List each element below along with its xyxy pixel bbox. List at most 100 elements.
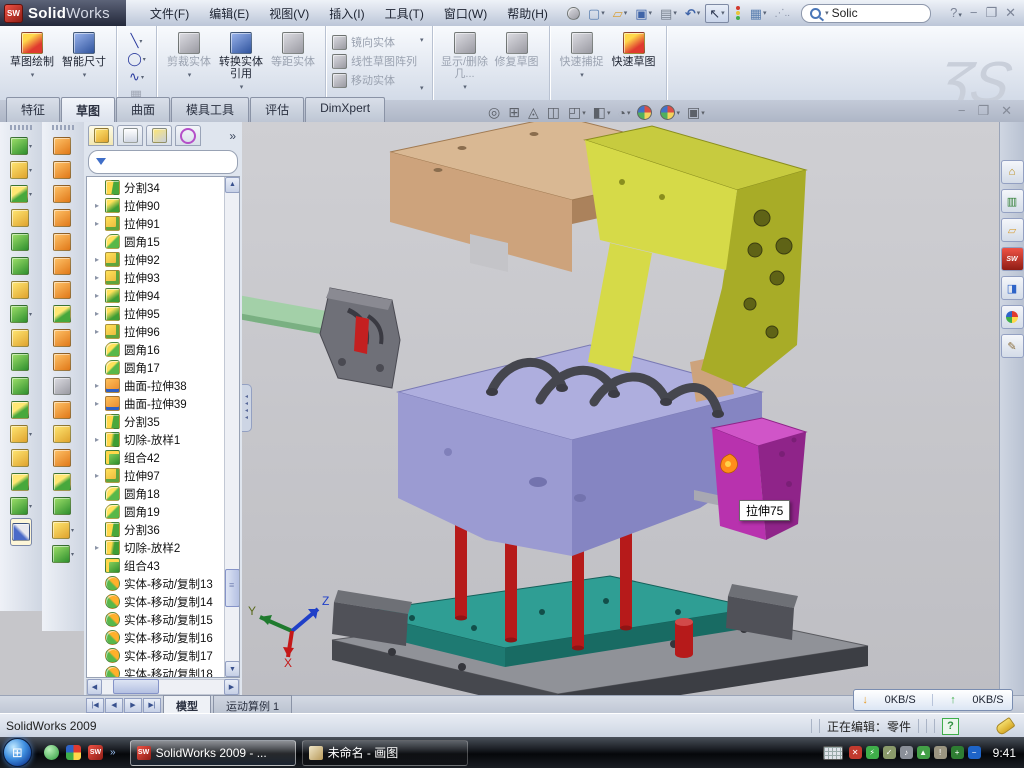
custom-properties-icon[interactable]: ✎ [1001,334,1024,358]
keyboard-layout-icon[interactable] [823,746,843,760]
scroll-down-button[interactable]: ▼ [225,661,240,677]
scroll-up-button[interactable]: ▲ [225,177,240,193]
toolbar-grip[interactable] [10,125,32,130]
mold-tool[interactable] [53,206,72,230]
volume-tray-icon[interactable]: ♪ [900,746,913,759]
key-tray-icon[interactable]: ✓ [883,746,896,759]
network-tray-icon[interactable]: ▲ [917,746,930,759]
repair-sketch-button[interactable]: 修复草图 [491,30,543,68]
rotate-view-icon[interactable]: ◬ [528,104,540,121]
sync-tray-icon[interactable]: − [968,746,981,759]
quick-snaps-button[interactable]: 快速捕捉▾ [556,30,608,82]
mold-tool[interactable] [53,398,72,422]
panel-overflow-button[interactable]: » [229,129,238,143]
tree-item[interactable]: ▸ 圆角16 [87,341,225,359]
mold-tool[interactable] [53,422,72,446]
media-icon[interactable] [66,745,81,760]
scroll-left-button[interactable]: ◀ [87,679,102,695]
tree-item[interactable]: ▸ 拉伸93 [87,269,225,287]
tree-item[interactable]: ▸ 实体-移动/复制17 [87,647,225,665]
mold-tool[interactable]: ▾ [52,518,74,542]
tree-item[interactable]: ▸ 组合42 [87,449,225,467]
antivirus-tray-icon[interactable]: ✕ [849,746,862,759]
tree-item[interactable]: ▸ 拉伸92 [87,251,225,269]
spline-icon[interactable]: ∿▾ [123,69,150,85]
view-orientation-icon[interactable]: ◰▾ [568,104,586,121]
doc-close-button[interactable]: ✕ [1001,103,1012,119]
menu-window[interactable]: 窗口(W) [434,1,497,26]
display-style-icon[interactable]: ◧▾ [593,104,611,121]
part-clamp-left[interactable] [332,590,412,646]
close-button[interactable]: ✕ [1005,5,1016,21]
menu-edit[interactable]: 编辑(E) [199,1,259,26]
circle-icon[interactable]: ◯▾ [123,51,150,67]
tab-surfaces[interactable]: 曲面 [116,97,170,122]
part-mold-core[interactable] [398,345,762,556]
tree-item[interactable]: ▸ 拉伸90 [87,197,225,215]
sketch-button[interactable]: 草图绘制▾ [6,30,58,82]
configurationmanager-tab[interactable] [146,125,172,146]
feature-tool[interactable]: ▾ [10,494,32,518]
tree-item[interactable]: ▸ 切除-放样1 [87,431,225,449]
tree-item[interactable]: ▸ 圆角15 [87,233,225,251]
tree-item[interactable]: ▸ 拉伸95 [87,305,225,323]
solidworks-resources-icon[interactable]: ⌂ [1001,160,1024,184]
health-tray-icon[interactable]: + [951,746,964,759]
messenger-icon[interactable] [44,745,59,760]
quick-tips-icon[interactable]: ? [942,718,959,735]
menu-view[interactable]: 视图(V) [259,1,319,26]
start-button[interactable]: ⊞ [3,738,32,767]
tree-item[interactable]: ▸ 拉伸97 [87,467,225,485]
tree-item[interactable]: ▸ 拉伸91 [87,215,225,233]
feature-tool[interactable]: ▾ [10,182,32,206]
tree-item[interactable]: ▸ 圆角19 [87,503,225,521]
tree-vertical-scrollbar[interactable]: ▲ ▼ [224,177,239,678]
tag-icon[interactable] [994,716,1015,735]
linear-pattern-button[interactable]: 线性草图阵列 [332,53,417,69]
view-settings-icon[interactable]: ▾ [660,105,680,120]
feature-tool[interactable]: ▾ [10,134,32,158]
appearances-scenes-icon[interactable] [1001,305,1024,329]
mold-tool[interactable] [53,350,72,374]
feature-tool[interactable] [11,230,30,254]
tree-item[interactable]: ▸ 圆角17 [87,359,225,377]
scroll-right-button[interactable]: ▶ [224,679,239,695]
prev-tab-button[interactable]: ◀ [105,698,123,713]
menu-help[interactable]: 帮助(H) [497,1,558,26]
mold-tool[interactable]: ▾ [52,542,74,566]
new-file-button[interactable]: ▢▾ [585,5,608,22]
hscroll-thumb[interactable] [113,679,159,694]
tree-item[interactable]: ▸ 切除-放样2 [87,539,225,557]
feature-tool[interactable]: ▾ [10,422,32,446]
next-tab-button[interactable]: ▶ [124,698,142,713]
mold-tool[interactable] [53,230,72,254]
line-icon[interactable]: ╲▾ [123,33,150,49]
options-button[interactable]: ▦▾ [747,5,770,22]
mold-tool[interactable] [53,134,72,158]
trim-entities-button[interactable]: 剪裁实体▾ [163,30,215,82]
solidworks-launcher-icon[interactable]: SW [88,745,103,760]
tab-evaluate[interactable]: 评估 [250,97,304,122]
solidworks-search-icon[interactable]: SW [1001,247,1024,271]
apply-scene-icon[interactable] [637,105,653,120]
tree-item[interactable]: ▸ 拉伸96 [87,323,225,341]
part-olive-bracket[interactable] [585,126,806,388]
save-button[interactable]: ▣▾ [632,5,655,22]
feature-tool[interactable] [11,206,30,230]
pin-icon[interactable] [564,5,583,22]
tab-features[interactable]: 特征 [6,97,60,122]
doc-minimize-button[interactable]: − [958,103,966,119]
feature-tool[interactable] [11,374,30,398]
dimxpertmanager-tab[interactable] [175,125,201,146]
zoom-to-fit-icon[interactable]: ◎ [488,104,501,121]
mold-tool[interactable] [53,278,72,302]
tree-item[interactable]: ▸ 圆角18 [87,485,225,503]
help-button[interactable]: ?▾ [950,5,962,21]
alert-tray-icon[interactable]: ! [934,746,947,759]
scroll-thumb[interactable] [225,569,240,607]
tree-item[interactable]: ▸ 分割36 [87,521,225,539]
mirror-entities-button[interactable]: 镜向实体 [332,34,417,50]
tree-horizontal-scrollbar[interactable]: ◀ ▶ [86,679,240,695]
mold-tool[interactable] [53,254,72,278]
taskbar-solidworks[interactable]: SW SolidWorks 2009 - ... [130,740,296,766]
